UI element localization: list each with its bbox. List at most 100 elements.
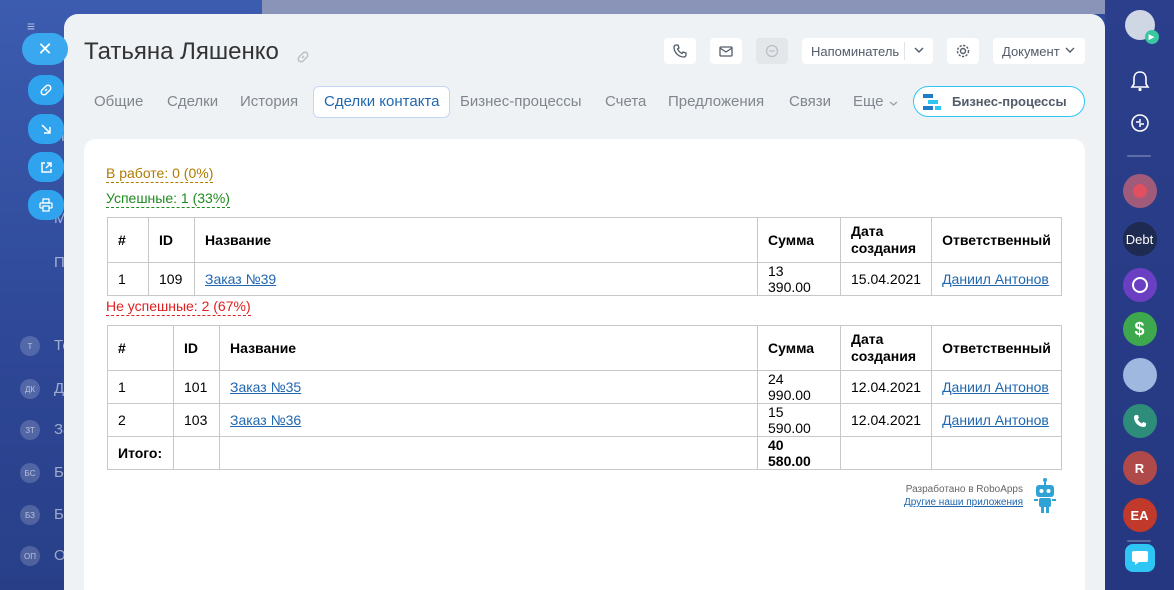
cell-name: Заказ №35 (219, 370, 758, 404)
dollar-app-icon[interactable]: $ (1122, 312, 1157, 346)
user-avatar[interactable]: ▶ (1124, 10, 1159, 44)
bg-avatar: БС (20, 463, 40, 483)
hamburger-icon: ≡ (26, 18, 36, 34)
bg-avatar: ЗТ (20, 420, 40, 440)
cell-sum: 15 590.00 (757, 403, 841, 437)
contact-deals-content: В работе: 0 (0%) Успешные: 1 (33%) # ID … (84, 139, 1085, 590)
col-name: Название (194, 217, 758, 263)
col-responsible: Ответственный (931, 325, 1062, 371)
play-icon: ▶ (1144, 30, 1159, 44)
gear-icon (956, 44, 970, 58)
table-total-row: Итого: 40 580.00 (107, 436, 1062, 470)
stat-success[interactable]: Успешные: 1 (33%) (106, 190, 230, 208)
cell-date: 12.04.2021 (839, 370, 933, 404)
tab-more[interactable]: Еще (843, 86, 908, 118)
tab-business-processes[interactable]: Бизнес-процессы (450, 86, 592, 118)
deal-link[interactable]: Заказ №39 (205, 271, 276, 287)
deal-link[interactable]: Заказ №35 (230, 379, 301, 395)
right-sidebar: ▶ Debt $ R EA (1105, 0, 1174, 590)
business-processes-button[interactable]: Бизнес-процессы (913, 86, 1085, 117)
tab-general[interactable]: Общие (84, 86, 153, 118)
stat-in-work[interactable]: В работе: 0 (0%) (106, 165, 214, 183)
arrow-down-right-icon (41, 124, 51, 134)
bell-icon[interactable] (1123, 64, 1157, 98)
cell-responsible: Даниил Антонов (931, 370, 1062, 404)
col-num: # (107, 217, 149, 263)
background-top-strip (262, 0, 1112, 14)
email-button[interactable] (710, 38, 742, 64)
chevron-down-icon (914, 42, 924, 57)
cell-sum: 13 390.00 (757, 262, 841, 296)
tab-contact-deals[interactable]: Сделки контакта (313, 86, 451, 118)
link-icon[interactable] (296, 50, 310, 69)
reminder-label: Напоминатель (811, 43, 900, 59)
responsible-link[interactable]: Даниил Антонов (942, 271, 1049, 287)
tab-deals[interactable]: Сделки (157, 86, 228, 118)
table-header-row: # ID Название Сумма Дата создания Ответс… (107, 217, 1062, 263)
col-date: Дата создания (839, 325, 933, 371)
col-id: ID (148, 217, 195, 263)
contact-avatar-icon[interactable] (1122, 358, 1157, 392)
separator (1127, 155, 1151, 157)
chat-sync-icon[interactable] (1123, 106, 1157, 140)
table-header-row: # ID Название Сумма Дата создания Ответс… (107, 325, 1062, 371)
globe-app-icon[interactable] (1122, 268, 1157, 302)
user-ea-avatar[interactable]: EA (1122, 498, 1157, 532)
cell-empty (931, 436, 1062, 470)
close-slider-button[interactable]: ✕ (22, 33, 68, 65)
cell-id: 109 (148, 262, 195, 296)
cell-id: 103 (173, 403, 220, 437)
bg-avatar: ДК (20, 379, 40, 399)
copy-link-button[interactable] (28, 75, 64, 105)
page-title: Татьяна Ляшенко (84, 38, 279, 65)
other-apps-link[interactable]: Другие наши приложения (904, 496, 1023, 509)
print-button[interactable] (28, 190, 64, 220)
robot-logo-icon (1032, 477, 1058, 520)
minimize-button[interactable] (28, 114, 64, 144)
chevron-down-icon (1065, 42, 1075, 57)
user-r-avatar[interactable]: R (1122, 451, 1157, 485)
chat-button[interactable] (756, 38, 788, 64)
external-link-icon (40, 161, 52, 173)
bg-menu-text: Б (54, 506, 64, 523)
responsible-link[interactable]: Даниил Антонов (942, 412, 1049, 428)
debt-app-icon[interactable]: Debt (1122, 222, 1157, 256)
open-new-window-button[interactable] (28, 152, 64, 182)
cell-id: 101 (173, 370, 220, 404)
chat-icon[interactable] (1124, 544, 1155, 572)
col-sum: Сумма (757, 325, 841, 371)
settings-button[interactable] (947, 38, 979, 64)
tab-history[interactable]: История (230, 86, 308, 118)
printer-icon (39, 198, 53, 212)
bg-avatar: БЗ (20, 505, 40, 525)
cell-responsible: Даниил Антонов (931, 262, 1062, 296)
document-label: Документ (1002, 43, 1060, 59)
tab-relations[interactable]: Связи (779, 86, 841, 118)
tab-more-label: Еще (853, 93, 884, 110)
phone-app-icon[interactable] (1122, 404, 1157, 438)
responsible-link[interactable]: Даниил Антонов (942, 379, 1049, 395)
cell-empty (219, 436, 758, 470)
bg-menu-text: Б (54, 464, 64, 481)
col-id: ID (173, 325, 220, 371)
business-processes-button-label: Бизнес-процессы (952, 94, 1067, 109)
document-dropdown[interactable]: Документ (993, 38, 1085, 64)
total-sum: 40 580.00 (757, 436, 841, 470)
cell-name: Заказ №36 (219, 403, 758, 437)
robo-apps-credit: Разработано в RoboApps Другие наши прило… (904, 483, 1023, 509)
bg-avatar: Т (20, 336, 40, 356)
call-button[interactable] (664, 38, 696, 64)
success-deals-table: # ID Название Сумма Дата создания Ответс… (107, 217, 1062, 296)
deal-link[interactable]: Заказ №36 (230, 412, 301, 428)
alert-app-icon[interactable] (1122, 174, 1157, 208)
business-process-icon (923, 93, 941, 110)
tab-quotes[interactable]: Предложения (658, 86, 774, 118)
cell-sum: 24 990.00 (757, 370, 841, 404)
cell-num: 1 (107, 370, 174, 404)
reminder-dropdown[interactable]: Напоминатель (802, 38, 933, 64)
cell-date: 12.04.2021 (839, 403, 933, 437)
tab-invoices[interactable]: Счета (595, 86, 656, 118)
table-row: 1 109 Заказ №39 13 390.00 15.04.2021 Дан… (107, 262, 1062, 296)
stat-fail[interactable]: Не успешные: 2 (67%) (106, 298, 251, 316)
chevron-down-icon (889, 87, 898, 119)
